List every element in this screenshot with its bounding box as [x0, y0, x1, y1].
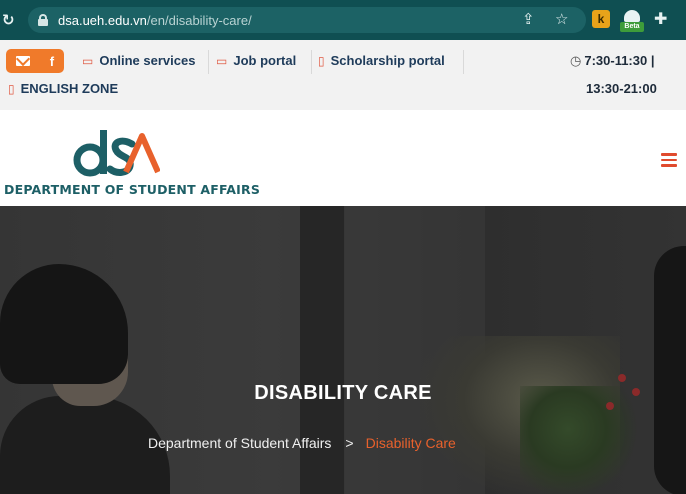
job-portal-label: Job portal — [233, 53, 297, 68]
page-title: DISABILITY CARE — [254, 382, 432, 404]
page: ↻ dsa.ueh.edu.vn/en/disability-care/ ⇪ ☆… — [0, 0, 686, 494]
hero-flower — [618, 374, 626, 382]
url-host: dsa.ueh.edu.vn — [58, 12, 147, 28]
laptop-icon: ▭ — [82, 53, 94, 68]
top-info-bar: f ▭ Online services ▭ Job portal ▯ Schol… — [0, 40, 686, 110]
divider — [208, 50, 209, 74]
breadcrumb-current: Disability Care — [365, 435, 456, 451]
clock-icon: ◷ — [570, 53, 582, 68]
extension-beta-icon[interactable]: Beta — [620, 8, 644, 32]
scholarship-portal-link[interactable]: ▯ Scholarship portal — [318, 53, 445, 68]
social-links: f — [6, 49, 64, 73]
facebook-icon[interactable]: f — [50, 54, 54, 69]
bookmark-star-icon[interactable]: ☆ — [555, 10, 568, 30]
hamburger-menu-icon[interactable] — [661, 153, 677, 167]
online-services-label: Online services — [99, 53, 196, 68]
department-name: DEPARTMENT OF STUDENT AFFAIRS — [4, 182, 261, 197]
dsa-logo[interactable] — [70, 122, 160, 180]
divider — [311, 50, 312, 74]
address-bar[interactable]: dsa.ueh.edu.vn/en/disability-care/ — [28, 7, 586, 33]
job-portal-link[interactable]: ▭ Job portal — [216, 53, 296, 68]
url-path: /en/disability-care/ — [146, 12, 252, 28]
hero-person-right — [654, 246, 686, 494]
extensions-puzzle-icon[interactable]: ✚ — [654, 10, 667, 30]
reload-icon[interactable]: ↻ — [0, 11, 22, 29]
lock-icon[interactable] — [38, 14, 48, 26]
beta-tag: Beta — [620, 22, 644, 32]
english-zone-label: ENGLISH ZONE — [20, 81, 119, 96]
scholarship-portal-label: Scholarship portal — [330, 53, 445, 68]
breadcrumb-home-link[interactable]: Department of Student Affairs — [148, 435, 331, 451]
door-icon: ▯ — [8, 81, 15, 96]
browser-toolbar: ↻ dsa.ueh.edu.vn/en/disability-care/ ⇪ ☆… — [0, 0, 686, 40]
robot-icon — [624, 10, 640, 22]
online-services-link[interactable]: ▭ Online services — [82, 53, 195, 68]
divider — [463, 50, 464, 74]
monitor-icon: ▭ — [216, 53, 228, 68]
opening-hours-line2: 13:30-21:00 — [586, 81, 657, 96]
extension-k-icon[interactable]: k — [592, 10, 610, 28]
site-header: DEPARTMENT OF STUDENT AFFAIRS — [0, 110, 686, 206]
breadcrumb-separator: > — [345, 435, 354, 451]
english-zone-link[interactable]: ▯ ENGLISH ZONE — [8, 81, 118, 96]
opening-hours-line1: ◷ 7:30-11:30 | — [570, 53, 654, 69]
mail-icon[interactable] — [15, 56, 30, 66]
share-icon[interactable]: ⇪ — [522, 10, 535, 30]
door-icon: ▯ — [318, 53, 325, 68]
hours-text: 7:30-11:30 | — [584, 53, 655, 68]
hero-banner: DISABILITY CARE Department of Student Af… — [0, 206, 686, 494]
breadcrumb: Department of Student Affairs > Disability… — [148, 435, 456, 451]
